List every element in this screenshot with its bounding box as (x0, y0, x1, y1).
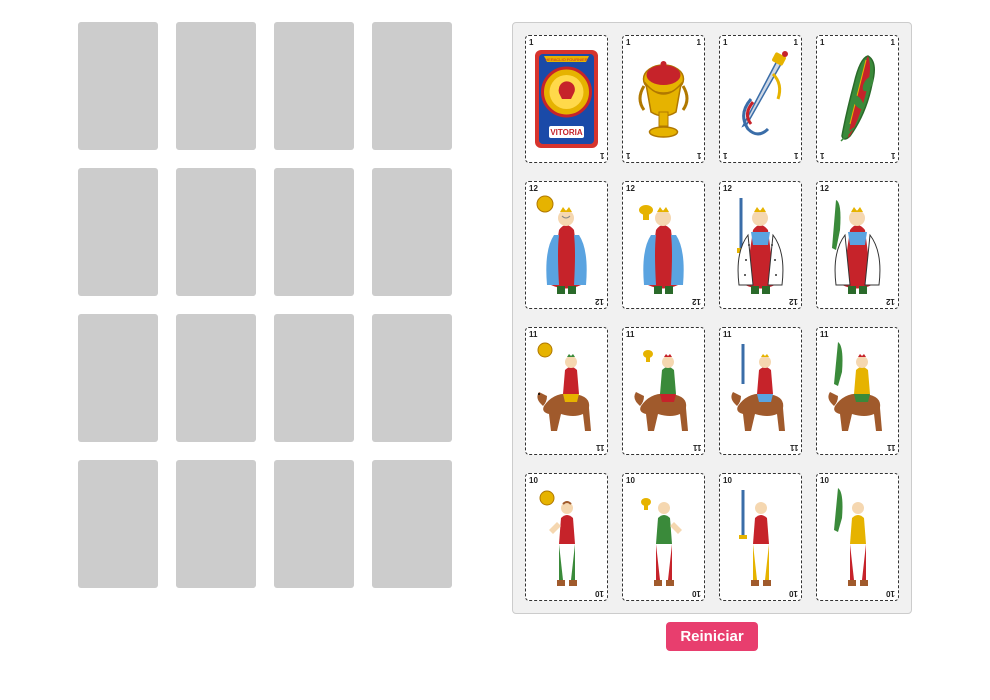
restart-button[interactable]: Reiniciar (666, 622, 757, 651)
card-rank-label: 11 (887, 443, 895, 452)
card-slot[interactable] (78, 168, 158, 296)
card-rank-label: 10 (886, 589, 895, 598)
card-tray: 1 1 VITORIA HERACLIO FOURNIER 1 1 1 (512, 22, 912, 614)
card-slot[interactable] (176, 22, 256, 150)
card-rank-label: 10 (723, 476, 732, 485)
card-caballo-copas[interactable]: 11 11 (622, 327, 705, 455)
card-slot[interactable] (176, 314, 256, 442)
card-rank-label: 12 (789, 297, 798, 306)
game-container: 1 1 VITORIA HERACLIO FOURNIER 1 1 1 (0, 0, 990, 673)
card-sota-oros[interactable]: 10 10 (525, 473, 608, 601)
caballo-espadas-icon (723, 336, 798, 446)
ace-espadas-icon (723, 44, 798, 154)
card-slot[interactable] (372, 460, 452, 588)
card-rank-label: 12 (692, 297, 701, 306)
card-caballo-espadas[interactable]: 11 11 (719, 327, 802, 455)
card-rank-label: 12 (529, 184, 538, 193)
svg-text:VITORIA: VITORIA (550, 128, 583, 137)
ace-copas-icon (626, 44, 701, 154)
rey-oros-icon (529, 190, 604, 300)
card-rank-label: 1 (529, 38, 533, 47)
card-rank-label: 10 (692, 589, 701, 598)
card-rank-label: 11 (626, 330, 634, 339)
card-as-espadas[interactable]: 1 1 1 1 (719, 35, 802, 163)
card-caballo-oros[interactable]: 11 11 (525, 327, 608, 455)
card-sota-copas[interactable]: 10 10 (622, 473, 705, 601)
card-rank-label: 10 (820, 476, 829, 485)
caballo-copas-icon (626, 336, 701, 446)
card-rank-label: 1 (891, 38, 895, 47)
card-rank-label: 12 (723, 184, 732, 193)
ace-bastos-icon (820, 44, 895, 154)
card-rank-label: 11 (529, 330, 537, 339)
ace-oros-icon: VITORIA HERACLIO FOURNIER (529, 44, 604, 154)
card-rey-bastos[interactable]: 12 12 (816, 181, 899, 309)
card-slot[interactable] (274, 168, 354, 296)
card-rank-label: 12 (886, 297, 895, 306)
card-rey-copas[interactable]: 12 12 (622, 181, 705, 309)
card-slot[interactable] (372, 22, 452, 150)
card-rank-label: 1 (626, 38, 630, 47)
card-rank-label: 11 (596, 443, 604, 452)
card-rank-label: 1 (600, 151, 604, 160)
card-rank-label: 1 (723, 38, 727, 47)
card-rank-label: 1 (891, 151, 895, 160)
card-rank-label: 1 (626, 151, 630, 160)
card-rank-label: 11 (723, 330, 731, 339)
card-rank-label: 10 (626, 476, 635, 485)
controls-row: Reiniciar (512, 622, 912, 651)
card-sota-espadas[interactable]: 10 10 (719, 473, 802, 601)
card-caballo-bastos[interactable]: 11 11 (816, 327, 899, 455)
card-slot[interactable] (78, 22, 158, 150)
card-rey-oros[interactable]: 12 12 (525, 181, 608, 309)
card-slot[interactable] (372, 168, 452, 296)
card-rank-label: 12 (626, 184, 635, 193)
rey-copas-icon (626, 190, 701, 300)
card-sota-bastos[interactable]: 10 10 (816, 473, 899, 601)
card-slot[interactable] (274, 22, 354, 150)
sota-oros-icon (529, 482, 604, 592)
card-as-bastos[interactable]: 1 1 1 1 (816, 35, 899, 163)
card-rank-label: 10 (789, 589, 798, 598)
card-slot[interactable] (78, 314, 158, 442)
card-as-copas[interactable]: 1 1 1 1 (622, 35, 705, 163)
card-rank-label: 1 (794, 151, 798, 160)
card-rey-espadas[interactable]: 12 12 (719, 181, 802, 309)
card-rank-label: 1 (697, 38, 701, 47)
slot-board (78, 22, 452, 651)
rey-espadas-icon (723, 190, 798, 300)
card-as-oros[interactable]: 1 1 VITORIA HERACLIO FOURNIER (525, 35, 608, 163)
card-rank-label: 11 (820, 330, 828, 339)
card-slot[interactable] (176, 460, 256, 588)
card-rank-label: 1 (794, 38, 798, 47)
card-rank-label: 12 (595, 297, 604, 306)
card-rank-label: 10 (595, 589, 604, 598)
sota-bastos-icon (820, 482, 895, 592)
tray-column: 1 1 VITORIA HERACLIO FOURNIER 1 1 1 (512, 22, 912, 651)
sota-espadas-icon (723, 482, 798, 592)
card-slot[interactable] (274, 314, 354, 442)
card-rank-label: 11 (693, 443, 701, 452)
caballo-bastos-icon (820, 336, 895, 446)
card-rank-label: 1 (697, 151, 701, 160)
card-rank-label: 12 (820, 184, 829, 193)
card-rank-label: 11 (790, 443, 798, 452)
card-slot[interactable] (176, 168, 256, 296)
card-rank-label: 1 (723, 151, 727, 160)
card-rank-label: 1 (820, 151, 824, 160)
card-rank-label: 1 (820, 38, 824, 47)
card-slot[interactable] (78, 460, 158, 588)
rey-bastos-icon (820, 190, 895, 300)
sota-copas-icon (626, 482, 701, 592)
card-slot[interactable] (274, 460, 354, 588)
caballo-oros-icon (529, 336, 604, 446)
svg-text:HERACLIO FOURNIER: HERACLIO FOURNIER (545, 57, 588, 62)
card-rank-label: 10 (529, 476, 538, 485)
card-slot[interactable] (372, 314, 452, 442)
